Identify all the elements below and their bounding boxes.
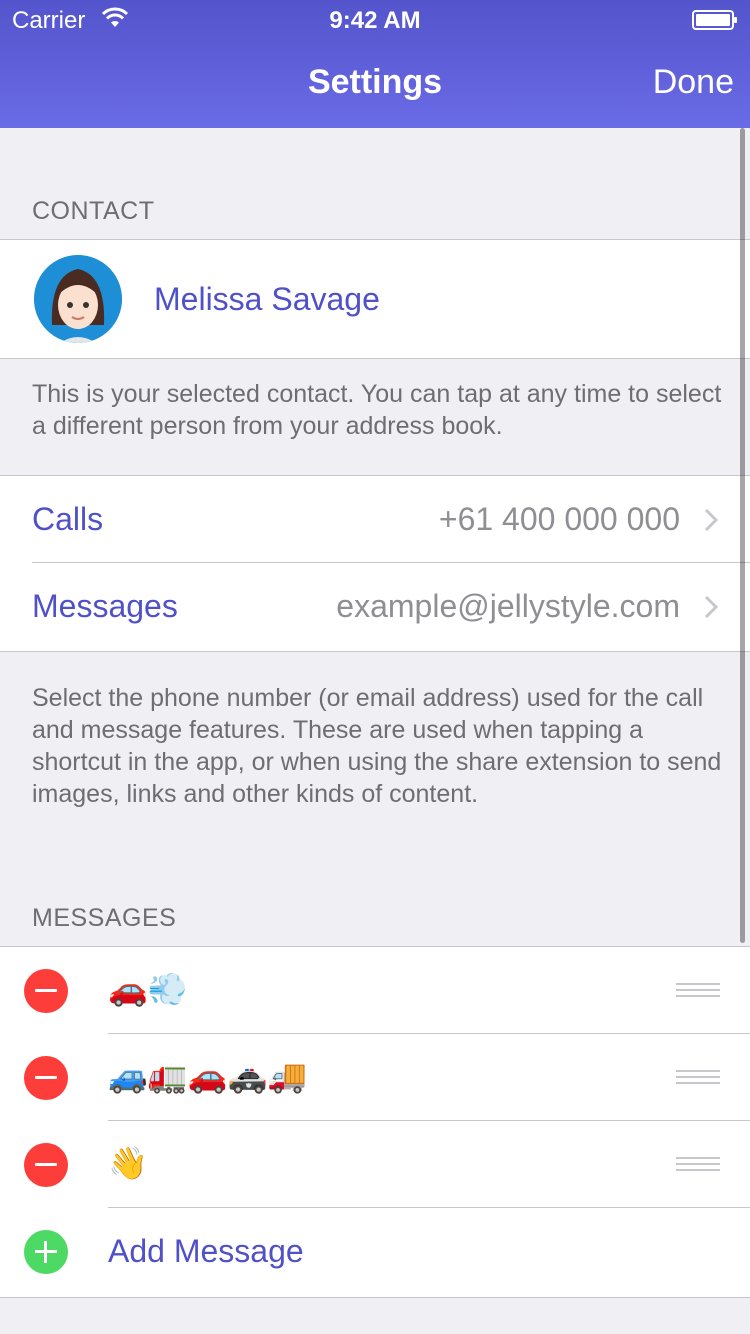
done-button[interactable]: Done — [653, 63, 734, 102]
clock-label: 9:42 AM — [329, 7, 421, 34]
contact-footer-text: This is your selected contact. You can t… — [32, 380, 722, 440]
messages-value: example@jellystyle.com — [336, 588, 680, 624]
message-text: 🚗💨 — [108, 971, 188, 1007]
messages-row[interactable]: Messages example@jellystyle.com — [0, 563, 750, 650]
page-title: Settings — [307, 63, 443, 101]
add-message-row[interactable]: Add Message — [0, 1208, 750, 1295]
contact-avatar — [34, 255, 122, 343]
channel-settings-group: Calls +61 400 000 000 Messages example@j… — [0, 475, 750, 652]
battery-icon — [692, 10, 737, 30]
contact-cell[interactable]: Melissa Savage — [0, 239, 750, 359]
add-message-label: Add Message — [108, 1233, 304, 1269]
chevron-right-icon — [704, 508, 718, 532]
messages-list: 🚗💨 🚙🚛🚗🚓🚚 👋 Add Message — [0, 946, 750, 1298]
reorder-handle-icon[interactable] — [676, 1157, 720, 1175]
contact-section-header: CONTACT — [32, 197, 155, 225]
calls-value: +61 400 000 000 — [438, 501, 680, 537]
calls-row[interactable]: Calls +61 400 000 000 — [0, 476, 750, 563]
contact-name: Melissa Savage — [154, 281, 380, 317]
message-item[interactable]: 🚙🚛🚗🚓🚚 — [0, 1034, 750, 1121]
message-text: 👋 — [108, 1145, 148, 1181]
calls-label: Calls — [32, 501, 104, 537]
delete-message-button[interactable] — [24, 1056, 68, 1100]
message-text: 🚙🚛🚗🚓🚚 — [108, 1058, 308, 1094]
messages-label: Messages — [32, 588, 178, 624]
messages-section-header: MESSAGES — [32, 904, 177, 932]
reorder-handle-icon[interactable] — [676, 983, 720, 1001]
avatar-portrait-icon — [34, 255, 122, 343]
scrollbar[interactable] — [740, 128, 745, 943]
channels-footer-text: Select the phone number (or email addres… — [32, 684, 722, 808]
delete-message-button[interactable] — [24, 1143, 68, 1187]
message-item[interactable]: 👋 — [0, 1121, 750, 1208]
message-item[interactable]: 🚗💨 — [0, 947, 750, 1034]
navigation-header: Carrier 9:42 AM Settings Done — [0, 0, 750, 128]
delete-message-button[interactable] — [24, 969, 68, 1013]
reorder-handle-icon[interactable] — [676, 1070, 720, 1088]
chevron-right-icon — [704, 595, 718, 619]
add-message-button[interactable] — [24, 1230, 68, 1274]
status-bar: Carrier 9:42 AM — [0, 0, 750, 40]
